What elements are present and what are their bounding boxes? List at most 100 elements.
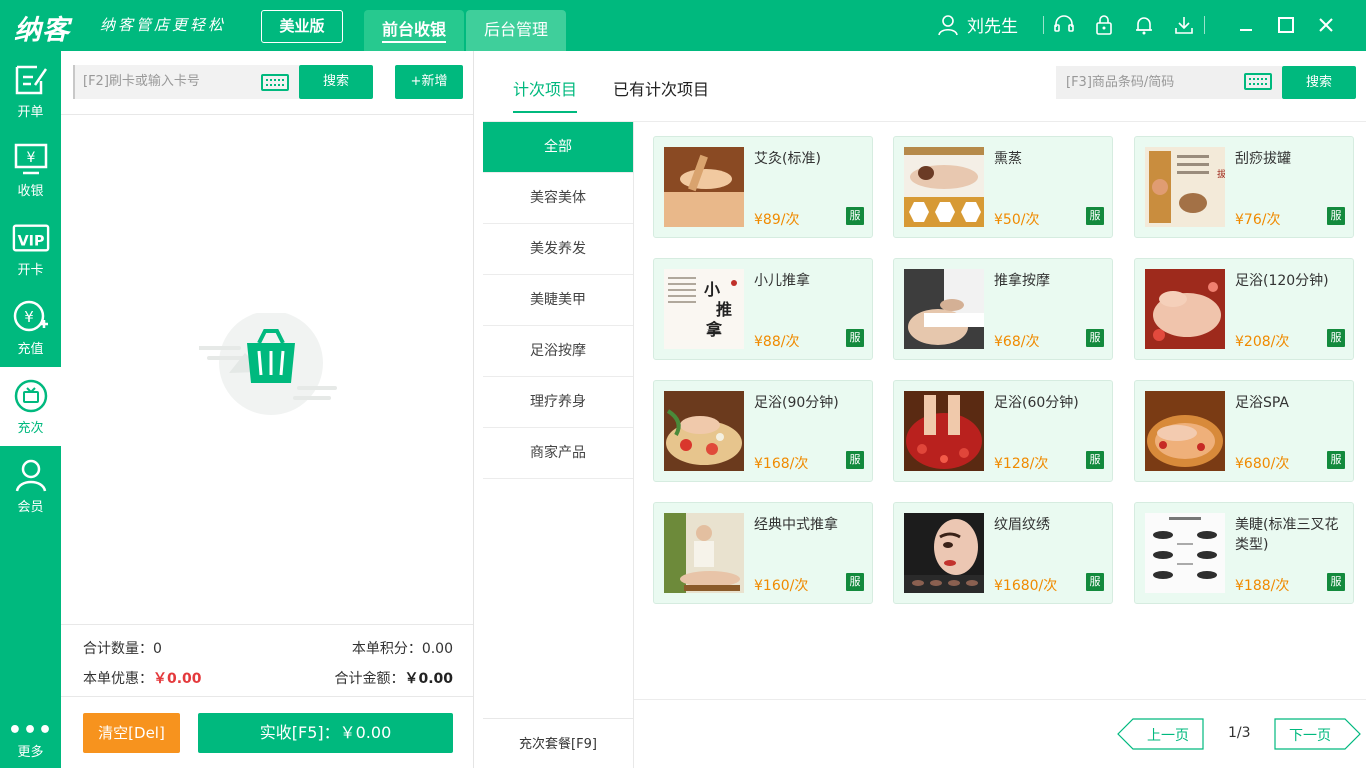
product-price: ¥68/次 xyxy=(994,334,1040,350)
tab-backend-admin[interactable]: 后台管理 xyxy=(466,10,566,51)
product-card[interactable]: 经典中式推拿 ¥160/次 服 xyxy=(653,502,873,604)
product-name: 经典中式推拿 xyxy=(754,517,838,533)
product-price: ¥1680/次 xyxy=(994,578,1058,594)
svg-text:拔: 拔 xyxy=(1217,168,1225,180)
user-name: 刘先生 xyxy=(967,17,1018,37)
sidebar-item-open-card[interactable]: VIP 开卡 xyxy=(0,209,61,288)
product-card[interactable]: 足浴(90分钟) ¥168/次 服 xyxy=(653,380,873,482)
product-image xyxy=(904,269,984,349)
sidebar-item-count-card[interactable]: 充次 xyxy=(0,367,61,446)
user-menu[interactable]: 刘先生 xyxy=(937,12,1018,37)
category-lash-nail[interactable]: 美睫美甲 xyxy=(483,275,633,326)
product-search-button[interactable]: 搜索 xyxy=(1282,66,1356,99)
prev-page-label: 上一页 xyxy=(1147,728,1189,744)
product-image xyxy=(664,147,744,227)
product-image xyxy=(904,147,984,227)
keyboard-icon[interactable] xyxy=(1244,73,1272,90)
product-card[interactable]: 美睫(标准三叉花类型) ¥188/次 服 xyxy=(1134,502,1354,604)
next-page-button[interactable]: 下一页 xyxy=(1274,718,1361,750)
category-hair-care[interactable]: 美发养发 xyxy=(483,224,633,275)
sidebar-item-member[interactable]: 会员 xyxy=(0,446,61,525)
order-points: 本单积分：0.00 xyxy=(352,638,453,658)
category-list: 全部 美容美体 美发养发 美睫美甲 足浴按摩 理疗养身 商家产品 充次套餐[F9… xyxy=(483,122,634,768)
order-points-label: 本单积分： xyxy=(351,641,422,657)
divider xyxy=(61,696,473,697)
add-member-button[interactable]: +新增 xyxy=(395,65,463,99)
product-price: ¥50/次 xyxy=(994,212,1040,228)
product-price: ¥208/次 xyxy=(1235,334,1290,350)
product-image: 拔 xyxy=(1145,147,1225,227)
product-name: 刮痧拔罐 xyxy=(1235,151,1291,167)
download-icon[interactable] xyxy=(1164,12,1204,38)
service-badge: 服 xyxy=(846,329,864,347)
product-card[interactable]: 纹眉纹绣 ¥1680/次 服 xyxy=(893,502,1113,604)
svg-text:推: 推 xyxy=(716,300,732,319)
clear-button[interactable]: 清空[Del] xyxy=(83,713,180,753)
category-beauty-body[interactable]: 美容美体 xyxy=(483,173,633,224)
product-name: 足浴SPA xyxy=(1235,395,1290,411)
sidebar-item-label: 充值 xyxy=(17,342,44,357)
product-image xyxy=(1145,513,1225,593)
product-image xyxy=(904,513,984,593)
keyboard-icon[interactable] xyxy=(261,74,289,91)
service-badge: 服 xyxy=(1086,207,1104,225)
tab-front-cashier[interactable]: 前台收银 xyxy=(364,10,464,51)
sidebar-item-recharge[interactable]: ¥ 充值 xyxy=(0,288,61,367)
product-price: ¥168/次 xyxy=(754,456,809,472)
close-icon[interactable] xyxy=(1311,12,1341,38)
sidebar-more[interactable]: ••• 更多 xyxy=(0,720,61,761)
sidebar-item-open-order[interactable]: 开单 xyxy=(0,51,61,130)
product-name: 纹眉纹绣 xyxy=(994,517,1050,533)
product-name: 推拿按摩 xyxy=(994,273,1050,289)
product-card[interactable]: 拔 刮痧拔罐 ¥76/次 服 xyxy=(1134,136,1354,238)
sidebar-item-cashier[interactable]: ¥ 收银 xyxy=(0,130,61,209)
sidebar-item-label: 会员 xyxy=(17,500,44,515)
product-image xyxy=(1145,391,1225,471)
category-therapy-wellness[interactable]: 理疗养身 xyxy=(483,377,633,428)
bell-icon[interactable] xyxy=(1124,12,1164,38)
service-badge: 服 xyxy=(1327,207,1345,225)
sidebar: 开单 ¥ 收银 VIP 开卡 ¥ 充值 充次 会员 ••• 更多 xyxy=(0,51,61,768)
svg-text:¥: ¥ xyxy=(24,308,34,326)
service-badge: 服 xyxy=(846,207,864,225)
count-package-button[interactable]: 充次套餐[F9] xyxy=(483,718,633,768)
product-image xyxy=(904,391,984,471)
edition-badge[interactable]: 美业版 xyxy=(261,10,343,43)
maximize-icon[interactable] xyxy=(1271,12,1301,38)
service-badge: 服 xyxy=(1327,329,1345,347)
sidebar-more-label: 更多 xyxy=(17,745,44,760)
product-card[interactable]: 足浴(60分钟) ¥128/次 服 xyxy=(893,380,1113,482)
product-card[interactable]: 熏蒸 ¥50/次 服 xyxy=(893,136,1113,238)
product-card[interactable]: 推拿按摩 ¥68/次 服 xyxy=(893,258,1113,360)
product-price: ¥128/次 xyxy=(994,456,1049,472)
svg-text:拿: 拿 xyxy=(705,320,723,339)
lock-icon[interactable] xyxy=(1084,12,1124,38)
category-all[interactable]: 全部 xyxy=(483,122,633,173)
category-merchant-products[interactable]: 商家产品 xyxy=(483,428,633,479)
app-logo: 纳客 xyxy=(14,15,70,46)
product-card[interactable]: 足浴SPA ¥680/次 服 xyxy=(1134,380,1354,482)
tab-count-items[interactable]: 计次项目 xyxy=(513,76,578,113)
total-quantity: 合计数量：0 xyxy=(83,638,162,658)
product-name: 美睫(标准三叉花类型) xyxy=(1235,517,1339,553)
service-badge: 服 xyxy=(846,573,864,591)
order-amount-value: ￥0.00 xyxy=(404,671,453,687)
service-badge: 服 xyxy=(1327,573,1345,591)
prev-page-button[interactable]: 上一页 xyxy=(1117,718,1204,750)
sidebar-item-label: 开卡 xyxy=(17,263,44,278)
product-card[interactable]: 足浴(120分钟) ¥208/次 服 xyxy=(1134,258,1354,360)
sidebar-item-label: 开单 xyxy=(17,105,44,120)
pay-button[interactable]: 实收[F5]：￥0.00 xyxy=(198,713,453,753)
member-icon xyxy=(12,456,50,494)
category-foot-massage[interactable]: 足浴按摩 xyxy=(483,326,633,377)
total-quantity-value: 0 xyxy=(153,641,162,657)
product-card[interactable]: 艾灸(标准) ¥89/次 服 xyxy=(653,136,873,238)
product-card[interactable]: 小推拿 小儿推拿 ¥88/次 服 xyxy=(653,258,873,360)
minimize-icon[interactable] xyxy=(1231,12,1261,38)
svg-text:VIP: VIP xyxy=(17,234,44,250)
headset-icon[interactable] xyxy=(1044,12,1084,38)
tab-existing-count-items[interactable]: 已有计次项目 xyxy=(613,76,709,100)
card-search-button[interactable]: 搜索 xyxy=(299,65,373,99)
product-price: ¥160/次 xyxy=(754,578,809,594)
service-badge: 服 xyxy=(1086,573,1104,591)
